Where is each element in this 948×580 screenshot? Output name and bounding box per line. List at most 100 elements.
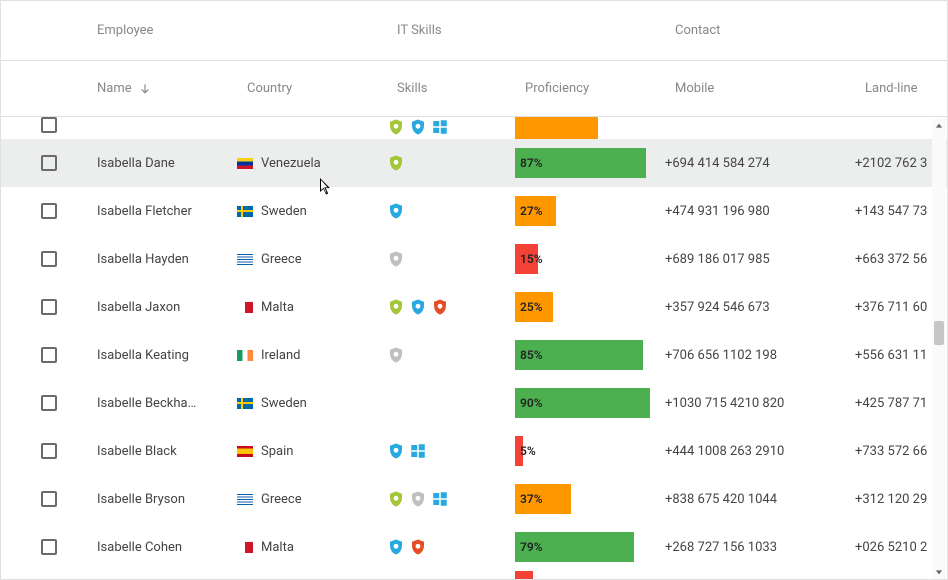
- column-header-skills[interactable]: Skills: [397, 81, 525, 96]
- cell-mobile: +444 1008 263 2910: [665, 444, 855, 459]
- scrollbar-up-button[interactable]: [932, 119, 946, 133]
- cell-name: Isabelle Cohen: [97, 540, 237, 555]
- cell-mobile: +706 656 1102 198: [665, 348, 855, 363]
- column-header-landline[interactable]: Land-line: [865, 81, 947, 96]
- row-checkbox[interactable]: [41, 443, 57, 459]
- row-checkbox-cell: [1, 155, 97, 171]
- row-checkbox[interactable]: [41, 203, 57, 219]
- group-header-contact[interactable]: Contact: [675, 23, 947, 38]
- column-group-header-row: Employee IT Skills Contact: [1, 1, 947, 61]
- css-icon: [409, 297, 427, 317]
- cell-mobile: +474 931 196 980: [665, 204, 855, 219]
- apple-icon: [409, 489, 427, 509]
- cell-name: Isabella Dane: [97, 156, 237, 171]
- cell-name: Isabelle Bryson: [97, 492, 237, 507]
- cell-skills: [387, 537, 515, 557]
- row-checkbox-cell: [1, 117, 97, 133]
- cell-name: Isabelle Beckha…: [97, 396, 237, 411]
- row-checkbox[interactable]: [41, 539, 57, 555]
- apple-icon: [387, 249, 405, 269]
- cell-skills: [387, 201, 515, 221]
- css-icon: [387, 537, 405, 557]
- row-checkbox-cell: [1, 347, 97, 363]
- cell-country: Spain: [237, 444, 387, 459]
- data-grid: Employee IT Skills Contact Name Country …: [0, 0, 948, 580]
- cell-country: Sweden: [237, 204, 387, 219]
- css-icon: [387, 201, 405, 221]
- group-header-employee[interactable]: Employee: [97, 23, 397, 38]
- group-header-it-skills[interactable]: IT Skills: [397, 23, 675, 38]
- cell-name: Isabelle Black: [97, 444, 237, 459]
- apple-icon: [387, 345, 405, 365]
- table-row[interactable]: Isabelle Beckha…Sweden 90%+1030 715 4210 …: [1, 379, 947, 427]
- cell-proficiency: 37%: [515, 484, 665, 514]
- cell-country: Greece: [237, 492, 387, 507]
- cell-name: Isabella Keating: [97, 348, 237, 363]
- table-row[interactable]: Isabella FletcherSweden27%+474 931 196 9…: [1, 187, 947, 235]
- table-row[interactable]: Isabella HaydenGreece15%+689 186 017 985…: [1, 235, 947, 283]
- table-row[interactable]: [1, 571, 947, 579]
- grid-body[interactable]: Isabella DaneVenezuela87%+694 414 584 27…: [1, 117, 947, 579]
- cell-country: Sweden: [237, 396, 387, 411]
- cell-proficiency: 27%: [515, 196, 665, 226]
- cell-proficiency: [515, 571, 665, 579]
- sort-arrow-down-icon: [138, 82, 152, 96]
- windows-icon: [409, 441, 427, 461]
- table-row[interactable]: [1, 117, 947, 139]
- row-checkbox-cell: [1, 539, 97, 555]
- cell-proficiency: 79%: [515, 532, 665, 562]
- cell-skills: [387, 297, 515, 317]
- row-checkbox[interactable]: [41, 299, 57, 315]
- vertical-scrollbar[interactable]: [932, 119, 946, 579]
- row-checkbox[interactable]: [41, 347, 57, 363]
- flag-es-icon: [237, 446, 253, 457]
- html5-icon: [431, 297, 449, 317]
- row-checkbox[interactable]: [41, 155, 57, 171]
- row-checkbox-cell: [1, 299, 97, 315]
- windows-icon: [431, 117, 449, 137]
- table-row[interactable]: Isabelle BlackSpain5%+444 1008 263 2910+…: [1, 427, 947, 475]
- row-checkbox[interactable]: [41, 491, 57, 507]
- cell-proficiency: 25%: [515, 292, 665, 322]
- column-header-mobile[interactable]: Mobile: [675, 81, 865, 96]
- cell-skills: [387, 153, 515, 173]
- scrollbar-thumb[interactable]: [934, 321, 944, 345]
- cell-proficiency: 87%: [515, 148, 665, 178]
- cell-proficiency: 5%: [515, 436, 665, 466]
- cell-mobile: +1030 715 4210 820: [665, 396, 855, 411]
- row-checkbox[interactable]: [41, 395, 57, 411]
- cell-skills: [387, 441, 515, 461]
- cell-proficiency: 15%: [515, 244, 665, 274]
- column-header-name[interactable]: Name: [97, 81, 247, 96]
- row-checkbox-cell: [1, 443, 97, 459]
- flag-ie-icon: [237, 350, 253, 361]
- column-header-row: Name Country Skills Proficiency Mobile L…: [1, 61, 947, 117]
- row-checkbox-cell: [1, 395, 97, 411]
- cell-skills: [387, 117, 515, 137]
- row-checkbox-cell: [1, 203, 97, 219]
- cell-country: Venezuela: [237, 156, 387, 171]
- cell-proficiency: 90%: [515, 388, 665, 418]
- android-icon: [387, 489, 405, 509]
- flag-gr-icon: [237, 494, 253, 505]
- flag-mt-icon: [237, 302, 253, 313]
- scrollbar-down-button[interactable]: [932, 565, 946, 579]
- row-checkbox[interactable]: [41, 117, 57, 133]
- row-checkbox[interactable]: [41, 251, 57, 267]
- css-icon: [387, 441, 405, 461]
- table-row[interactable]: Isabelle BrysonGreece37%+838 675 420 104…: [1, 475, 947, 523]
- android-icon: [387, 117, 405, 137]
- table-row[interactable]: Isabelle CohenMalta79%+268 727 156 1033+…: [1, 523, 947, 571]
- cell-proficiency: [515, 117, 665, 139]
- cell-skills: [387, 249, 515, 269]
- cell-mobile: +268 727 156 1033: [665, 540, 855, 555]
- column-header-proficiency[interactable]: Proficiency: [525, 81, 675, 96]
- table-row[interactable]: Isabella KeatingIreland85%+706 656 1102 …: [1, 331, 947, 379]
- table-row[interactable]: Isabella DaneVenezuela87%+694 414 584 27…: [1, 139, 947, 187]
- table-row[interactable]: Isabella JaxonMalta25%+357 924 546 673+3…: [1, 283, 947, 331]
- cell-country: Malta: [237, 540, 387, 555]
- column-header-country[interactable]: Country: [247, 81, 397, 96]
- windows-icon: [431, 489, 449, 509]
- scrollbar-track[interactable]: [932, 133, 946, 565]
- cell-proficiency: 85%: [515, 340, 665, 370]
